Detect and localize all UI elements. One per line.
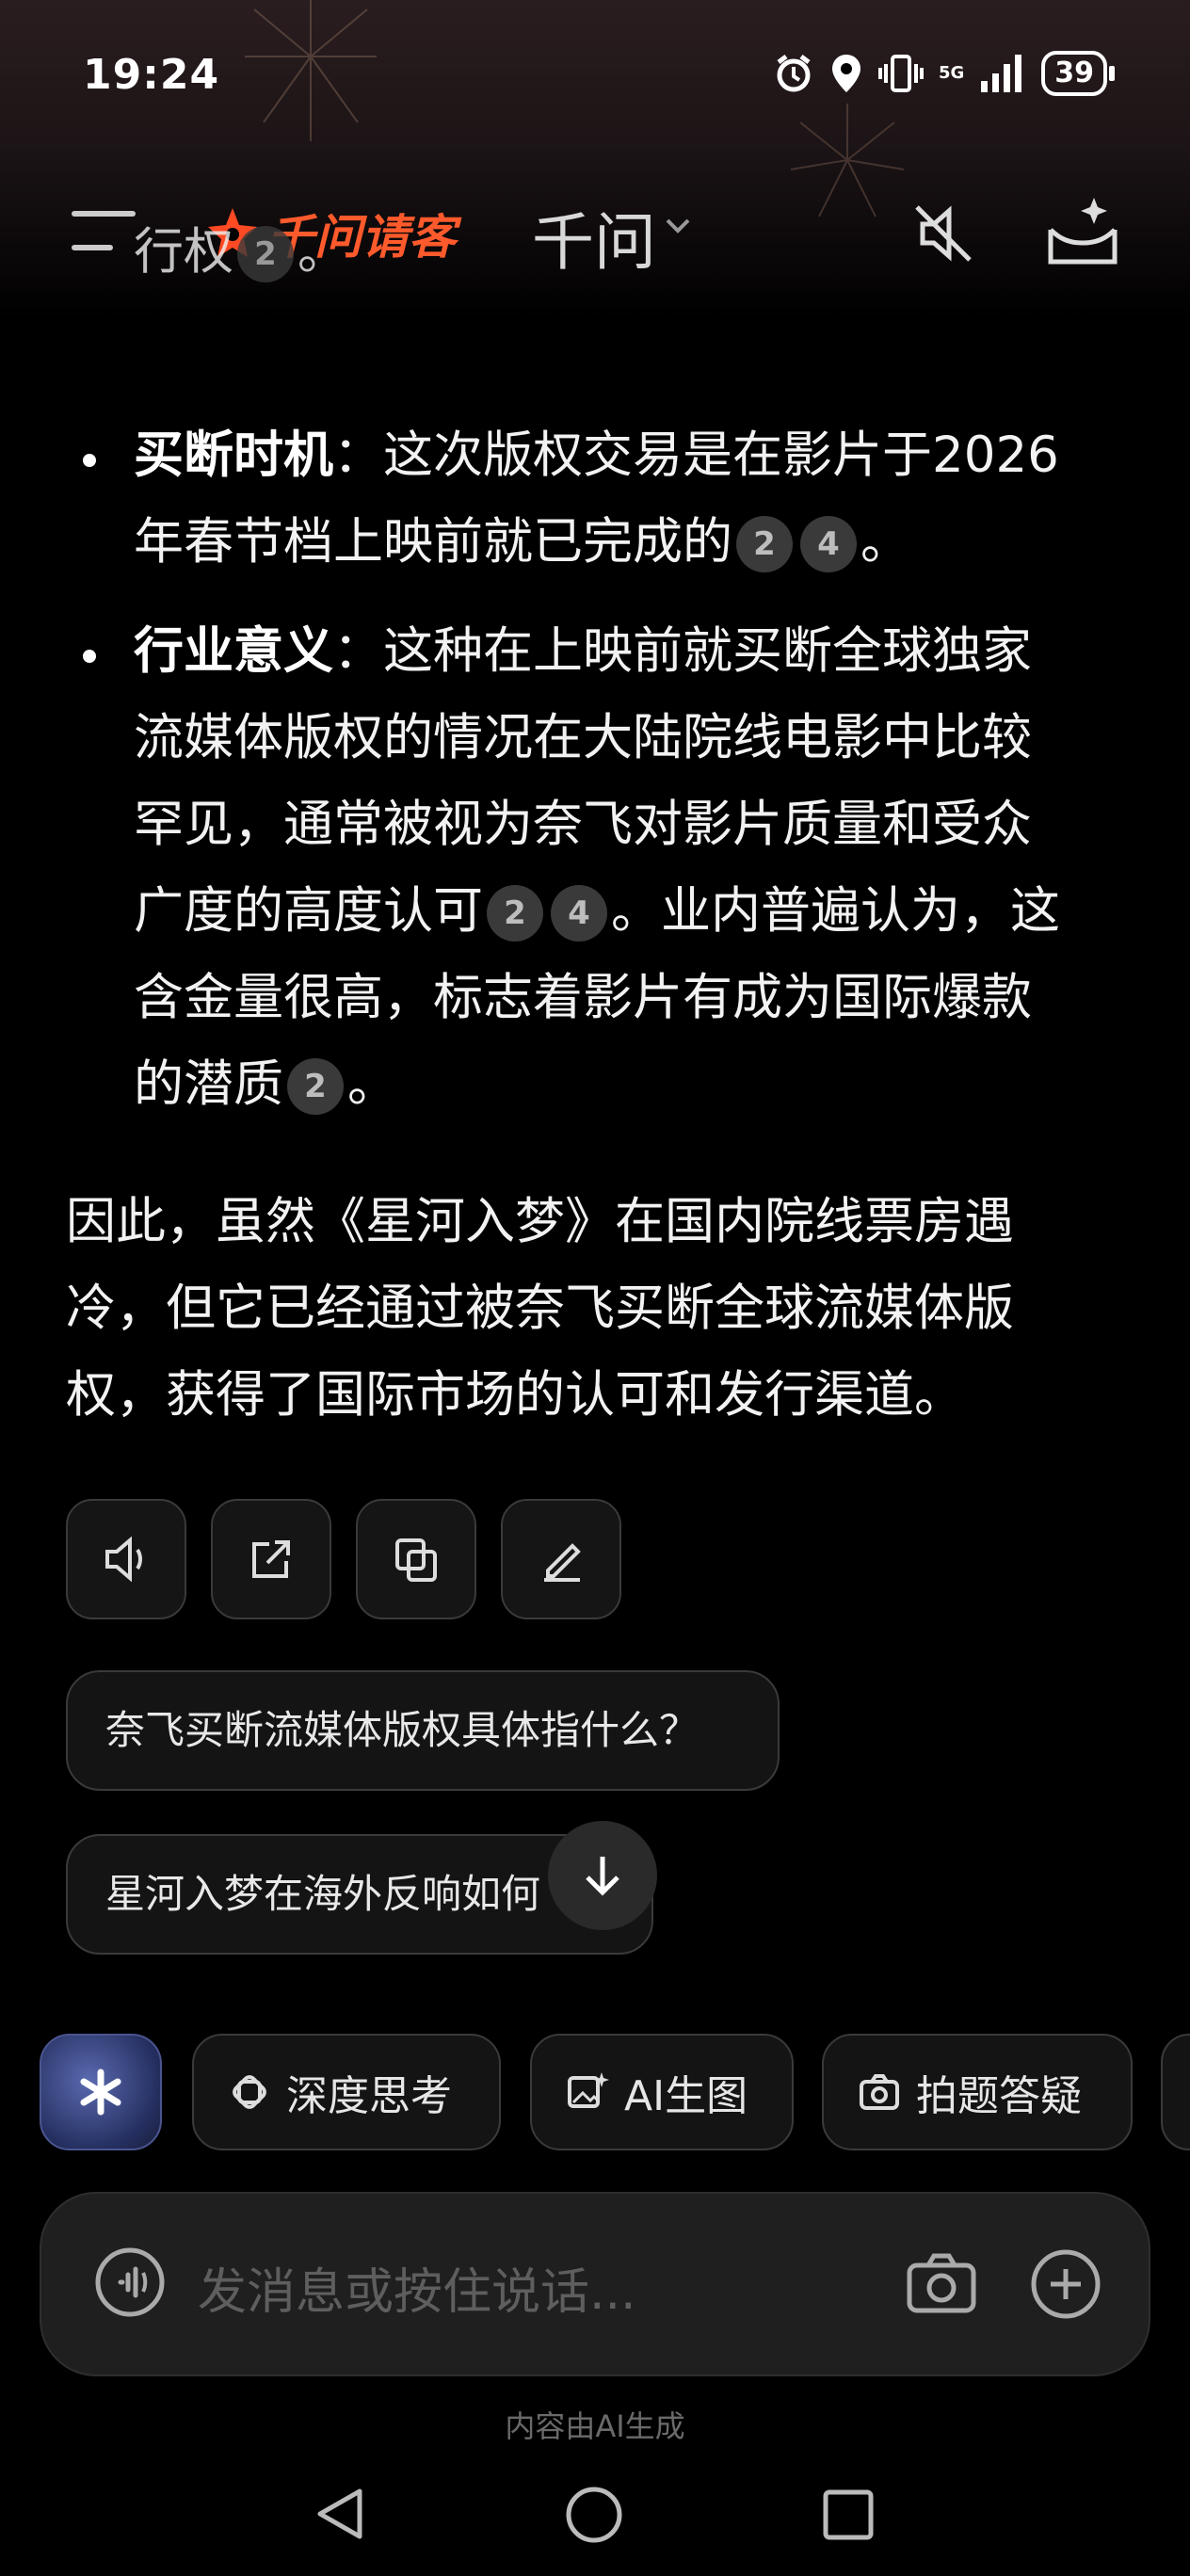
status-bar: 19:24 5G 39 — [0, 38, 1190, 113]
deep-think-button[interactable]: 深度思考 — [192, 2034, 501, 2150]
network-type: 5G — [938, 63, 965, 83]
message-input-bar[interactable]: 发消息或按住说话... — [40, 2192, 1150, 2376]
alarm-icon — [777, 55, 811, 92]
share-button[interactable] — [211, 1499, 331, 1619]
vibrate-icon — [877, 55, 924, 92]
menu-icon[interactable] — [72, 209, 136, 252]
speaker-icon — [105, 1536, 142, 1583]
voice-icon[interactable] — [92, 2245, 168, 2320]
copy-icon — [395, 1538, 437, 1582]
citation-badge[interactable]: 2 — [287, 1058, 344, 1116]
bullet-text: 行业意义：这种在上映前就买断全球独家 流媒体版权的情况在大陆院线电影中比较 罕见… — [134, 608, 1150, 1128]
chevron-down-icon[interactable] — [664, 217, 692, 235]
bullet-title: 买断时机 — [134, 427, 333, 484]
arrow-down-icon — [586, 1857, 619, 1896]
message-input-placeholder[interactable]: 发消息或按住说话... — [198, 2252, 636, 2323]
ai-generated-note: 内容由AI生成 — [505, 2408, 685, 2444]
edit-button[interactable] — [501, 1499, 621, 1619]
add-icon[interactable] — [1028, 2246, 1103, 2322]
photo-qa-button[interactable]: 拍题答疑 — [822, 2034, 1133, 2150]
bullet-text: 买断时机：这次版权交易是在影片于2026 年春节档上映前就已完成的 2 4。 — [134, 412, 1150, 586]
read-aloud-button[interactable] — [66, 1499, 186, 1619]
model-selector[interactable]: 千问 — [532, 192, 656, 282]
battery-indicator: 39 — [1041, 51, 1115, 96]
pencil-icon — [544, 1543, 581, 1582]
new-chat-sparkle-icon[interactable] — [1045, 192, 1120, 267]
camera-icon[interactable] — [906, 2250, 977, 2316]
ai-image-button[interactable]: AI生图 — [530, 2034, 794, 2150]
partial-line: 行权 2。 — [134, 209, 347, 296]
citation-badge[interactable]: 4 — [551, 885, 607, 942]
citation-badge[interactable]: 2 — [487, 885, 543, 942]
scroll-to-bottom-button[interactable] — [548, 1821, 657, 1930]
conclusion-paragraph: 因此，虽然《星河入梦》在国内院线票房遇 冷，但它已经通过被奈飞买断全球流媒体版 … — [66, 1193, 1014, 1424]
status-icons: 5G 39 — [773, 51, 1115, 96]
share-icon — [252, 1540, 290, 1578]
bullet-title: 行业意义 — [134, 622, 333, 680]
citation-badge[interactable]: 2 — [736, 516, 793, 573]
citation-badge[interactable]: 4 — [800, 516, 857, 573]
camera-icon — [860, 2074, 899, 2110]
deep-think-icon — [233, 2075, 266, 2109]
location-icon — [831, 55, 860, 92]
system-navigation-bar — [0, 2467, 1190, 2561]
recents-icon[interactable] — [821, 2487, 876, 2542]
asterisk-icon — [80, 2069, 121, 2116]
bullet-dot — [83, 454, 96, 467]
copy-button[interactable] — [356, 1499, 476, 1619]
home-icon[interactable] — [565, 2486, 623, 2544]
feature-star-button[interactable] — [40, 2034, 162, 2150]
mute-speaker-icon[interactable] — [909, 200, 977, 267]
suggestion-chip[interactable]: 奈飞买断流媒体版权具体指什么？ — [66, 1670, 780, 1791]
back-icon[interactable] — [313, 2486, 369, 2542]
image-sparkle-icon — [568, 2072, 609, 2108]
bullet-dot — [83, 650, 96, 663]
signal-icon — [981, 55, 1022, 92]
citation-badge[interactable]: 2 — [237, 226, 294, 283]
more-tools-chip[interactable] — [1161, 2034, 1190, 2150]
status-time: 19:24 — [83, 51, 220, 99]
